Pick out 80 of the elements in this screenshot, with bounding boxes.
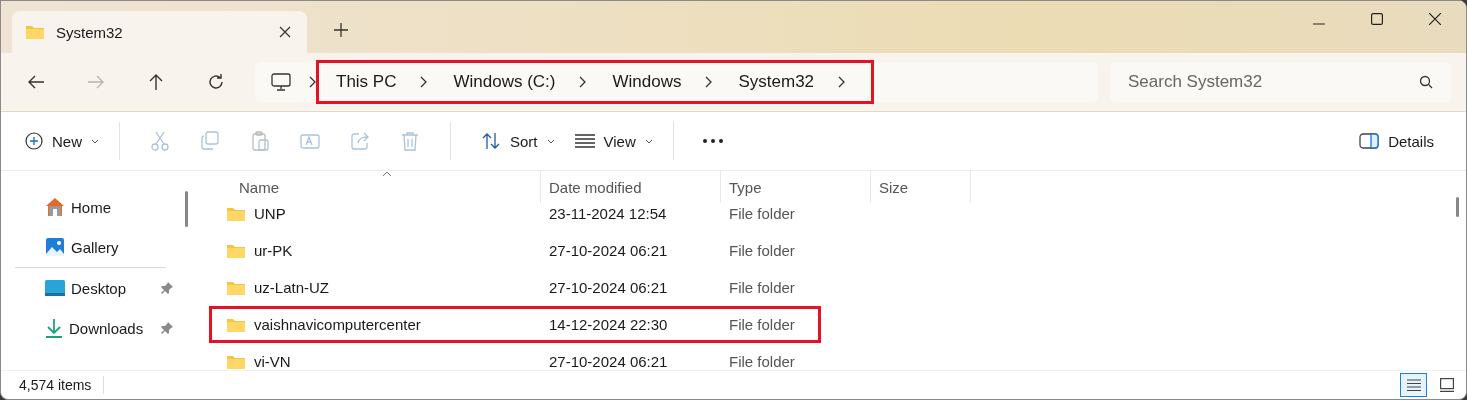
scrollbar-thumb[interactable] — [1456, 197, 1459, 217]
date-cell: 27-10-2024 06:21 — [549, 242, 668, 259]
up-arrow-icon[interactable] — [147, 73, 165, 91]
view-button[interactable]: View — [564, 126, 663, 156]
list-lines-icon — [1406, 379, 1421, 391]
sort-arrows-icon — [481, 132, 501, 150]
column-header[interactable]: Type — [721, 171, 871, 203]
item-count: 4,574 items — [19, 377, 92, 393]
file-name: uz-Latn-UZ — [254, 279, 330, 296]
house-icon — [45, 197, 65, 217]
close-icon[interactable] — [1429, 13, 1441, 25]
tab-title: System32 — [56, 23, 124, 41]
type-cell: File folder — [729, 205, 795, 222]
folder-icon — [226, 205, 246, 222]
table-row[interactable]: vi-VN 27-10-2024 06:21 File folder — [197, 343, 1450, 380]
folder-icon — [226, 316, 246, 333]
folder-icon — [226, 242, 246, 259]
refresh-icon[interactable] — [207, 73, 225, 91]
breadcrumb-item[interactable]: Windows — [612, 72, 682, 92]
picture-icon — [45, 237, 65, 257]
file-name: ur-PK — [254, 242, 293, 259]
folder-icon — [25, 24, 45, 40]
sort-caret-icon — [382, 171, 392, 177]
column-header[interactable]: Date modified — [541, 171, 721, 203]
date-cell: 23-11-2024 12:54 — [549, 205, 667, 222]
maximize-icon[interactable] — [1371, 13, 1383, 25]
close-icon[interactable] — [279, 26, 291, 38]
sidebar-item[interactable]: Home — [1, 187, 181, 227]
list-lines-icon — [574, 134, 595, 148]
file-name: vi-VN — [254, 353, 291, 370]
file-name: UNP — [254, 205, 286, 222]
search-field[interactable]: Search System32 — [1110, 62, 1451, 102]
pin-icon[interactable] — [161, 282, 173, 294]
computer-icon — [271, 73, 291, 91]
ellipsis-icon — [701, 139, 724, 143]
breadcrumb-item[interactable]: Windows (C:) — [453, 72, 556, 92]
breadcrumb-item[interactable]: System32 — [738, 72, 815, 92]
column-header[interactable]: Name — [197, 171, 541, 203]
date-cell: 27-10-2024 06:21 — [549, 353, 668, 370]
table-row[interactable]: uz-Latn-UZ 27-10-2024 06:21 File folder — [197, 269, 1450, 306]
pin-icon[interactable] — [161, 322, 173, 334]
breadcrumb-item[interactable]: This PC — [336, 72, 397, 92]
table-row[interactable]: vaishnavicomputercenter 14-12-2024 22:30 File folder — [197, 306, 1450, 343]
sidebar-item[interactable]: Downloads — [1, 308, 181, 348]
folder-icon — [226, 353, 246, 370]
address-bar[interactable]: This PC Windows (C:) Windows System32 — [255, 62, 1098, 102]
download-icon — [45, 318, 63, 338]
chevron-icon[interactable] — [420, 76, 428, 88]
plus-circle-icon — [25, 132, 43, 150]
details-button[interactable]: Details — [1349, 126, 1444, 156]
sidebar-item[interactable]: Gallery — [1, 227, 181, 267]
plus-icon[interactable] — [334, 23, 348, 37]
tab[interactable]: System32 — [12, 11, 307, 53]
caret-icon — [91, 138, 99, 144]
details-pane-icon — [1359, 133, 1380, 149]
folder-icon — [226, 279, 246, 296]
file-name: vaishnavicomputercenter — [254, 316, 421, 333]
tiles-icon — [1439, 378, 1454, 392]
type-cell: File folder — [729, 353, 795, 370]
chevron-icon[interactable] — [309, 76, 316, 88]
chevron-icon[interactable] — [579, 76, 587, 88]
table-row[interactable]: ur-PK 27-10-2024 06:21 File folder — [197, 232, 1450, 269]
new-button[interactable]: New — [15, 126, 109, 156]
sort-button[interactable]: Sort — [471, 126, 565, 156]
back-arrow-icon[interactable] — [27, 73, 45, 91]
scrollbar-thumb[interactable] — [185, 191, 188, 227]
type-cell: File folder — [729, 316, 795, 333]
caret-icon — [644, 138, 653, 144]
caret-icon — [546, 138, 555, 144]
search-icon — [1419, 75, 1433, 89]
date-cell: 14-12-2024 22:30 — [549, 316, 668, 333]
column-header[interactable]: Size — [871, 171, 971, 203]
type-cell: File folder — [729, 279, 795, 296]
chevron-icon[interactable] — [705, 76, 713, 88]
type-cell: File folder — [729, 242, 795, 259]
date-cell: 27-10-2024 06:21 — [549, 279, 668, 296]
details-view-button[interactable] — [1400, 373, 1427, 397]
desktop-icon — [45, 279, 65, 297]
sidebar-item[interactable]: Desktop — [1, 268, 181, 308]
chevron-icon[interactable] — [838, 76, 846, 88]
